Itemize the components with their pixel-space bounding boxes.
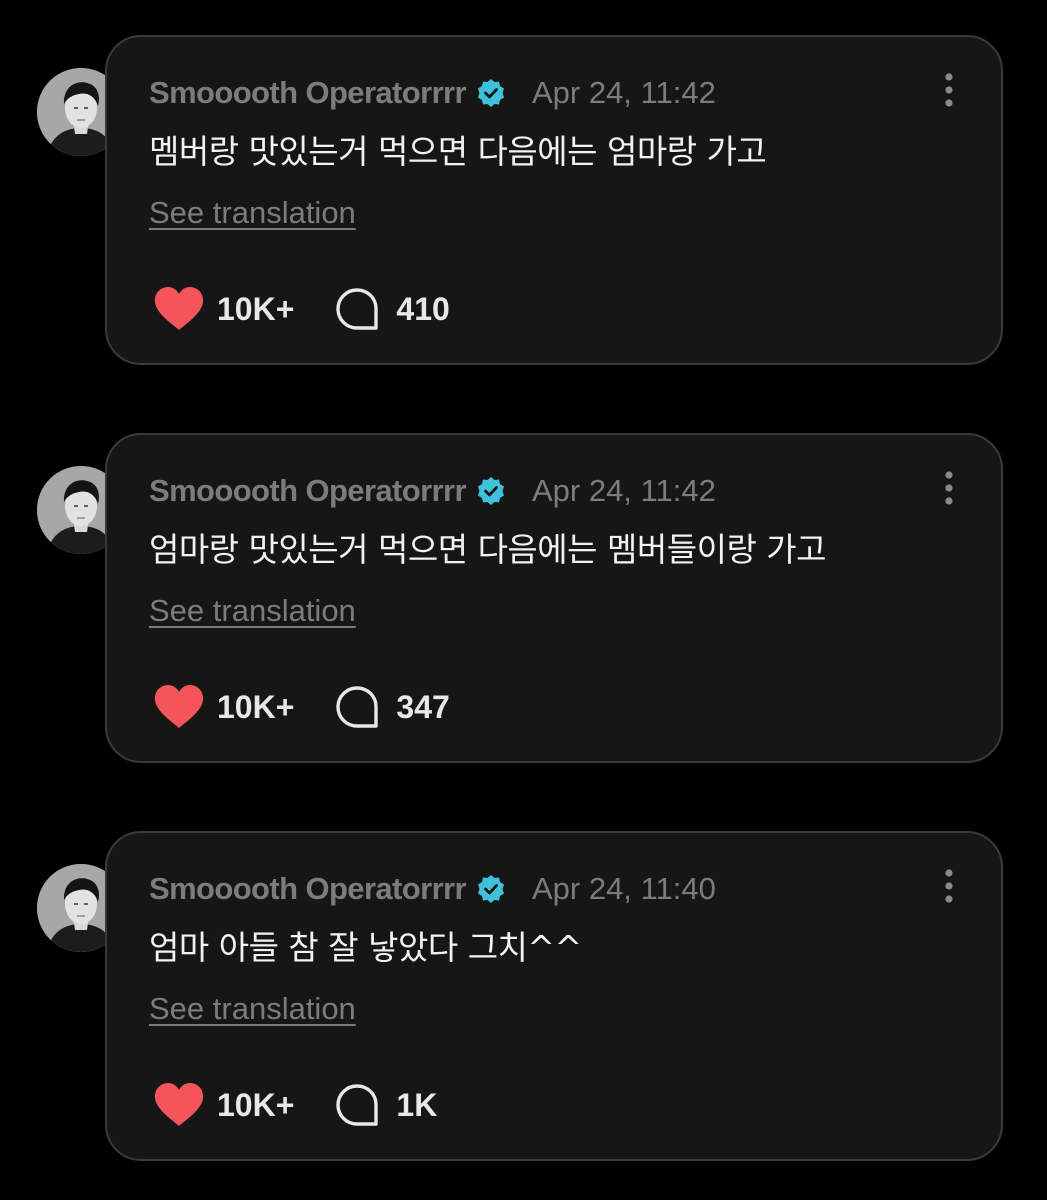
post-card-wrapper: Smooooth Operatorrrr Apr 24, 11:42 엄마랑 맛… <box>0 433 1047 765</box>
post-timestamp: Apr 24, 11:40 <box>531 871 716 906</box>
post-timestamp: Apr 24, 11:42 <box>531 473 716 508</box>
verified-badge-icon <box>476 78 506 108</box>
see-translation-link[interactable]: See translation <box>149 195 356 231</box>
post-text: 멤버랑 맛있는거 먹으면 다음에는 엄마랑 가고 <box>149 132 767 171</box>
like-count: 10K+ <box>217 1086 295 1123</box>
like-count: 10K+ <box>217 688 295 725</box>
comment-button[interactable]: 1K <box>334 1083 437 1127</box>
heart-icon <box>153 1082 205 1128</box>
speech-bubble-icon <box>334 1083 380 1127</box>
author-name[interactable]: Smooooth Operatorrrr <box>149 75 467 111</box>
comment-count: 410 <box>396 290 450 327</box>
post-actions: 10K+ 410 <box>153 285 450 333</box>
more-vertical-icon[interactable] <box>939 867 959 907</box>
post-card[interactable]: Smooooth Operatorrrr Apr 24, 11:42 멤버랑 맛… <box>105 35 1003 365</box>
post-header: Smooooth Operatorrrr Apr 24, 11:40 <box>149 867 716 911</box>
comment-button[interactable]: 410 <box>334 287 450 331</box>
post-actions: 10K+ 1K <box>153 1081 437 1129</box>
author-name[interactable]: Smooooth Operatorrrr <box>149 871 467 907</box>
like-button[interactable]: 10K+ <box>153 286 294 332</box>
speech-bubble-icon <box>334 685 380 729</box>
like-button[interactable]: 10K+ <box>153 684 294 730</box>
like-count: 10K+ <box>217 290 295 327</box>
post-card-wrapper: Smooooth Operatorrrr Apr 24, 11:40 엄마 아들… <box>0 831 1047 1163</box>
author-name[interactable]: Smooooth Operatorrrr <box>149 473 467 509</box>
post-actions: 10K+ 347 <box>153 683 450 731</box>
more-vertical-icon[interactable] <box>939 71 959 111</box>
comment-button[interactable]: 347 <box>334 685 450 729</box>
post-header: Smooooth Operatorrrr Apr 24, 11:42 <box>149 71 716 115</box>
see-translation-link[interactable]: See translation <box>149 593 356 629</box>
comment-count: 1K <box>396 1086 438 1123</box>
post-timestamp: Apr 24, 11:42 <box>531 75 716 110</box>
verified-badge-icon <box>476 874 506 904</box>
speech-bubble-icon <box>334 287 380 331</box>
see-translation-link[interactable]: See translation <box>149 991 356 1027</box>
post-header: Smooooth Operatorrrr Apr 24, 11:42 <box>149 469 716 513</box>
verified-badge-icon <box>476 476 506 506</box>
post-card[interactable]: Smooooth Operatorrrr Apr 24, 11:42 엄마랑 맛… <box>105 433 1003 763</box>
comment-count: 347 <box>396 688 450 725</box>
heart-icon <box>153 684 205 730</box>
more-vertical-icon[interactable] <box>939 469 959 509</box>
post-text: 엄마랑 맛있는거 먹으면 다음에는 멤버들이랑 가고 <box>149 530 827 569</box>
post-card-wrapper: Smooooth Operatorrrr Apr 24, 11:42 멤버랑 맛… <box>0 35 1047 367</box>
post-card[interactable]: Smooooth Operatorrrr Apr 24, 11:40 엄마 아들… <box>105 831 1003 1161</box>
post-text: 엄마 아들 참 잘 낳았다 그치^^ <box>149 928 582 967</box>
heart-icon <box>153 286 205 332</box>
like-button[interactable]: 10K+ <box>153 1082 294 1128</box>
